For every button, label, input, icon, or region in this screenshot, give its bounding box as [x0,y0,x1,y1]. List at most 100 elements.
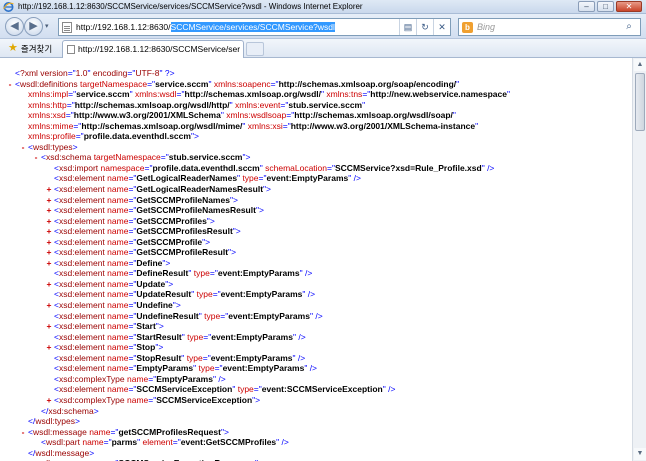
xml-token: xsd:element [58,300,108,311]
xml-token: xsd:element [58,247,108,258]
xml-line: + <xsd:complexType name="SCCMServiceExcep… [7,395,627,406]
xml-token: "> [263,184,272,195]
vertical-scrollbar[interactable]: ▲ ▼ [632,58,646,461]
xml-token: =" [68,89,77,100]
history-dropdown-icon[interactable]: ▾ [45,22,54,31]
xml-token: xmlns:soapenc [213,78,271,89]
xml-token: " /> [382,384,396,395]
xml-token: GetSCCMProfiles [136,215,207,226]
expand-node-toggle[interactable]: + [45,205,53,216]
scroll-thumb[interactable] [635,73,645,131]
xml-token: =" [214,363,223,374]
maximize-button[interactable]: □ [597,1,614,12]
xml-token: name [107,194,129,205]
xml-token: name [127,373,149,384]
new-tab-button[interactable] [246,42,264,56]
expand-node-toggle[interactable]: + [45,300,53,311]
xml-token: GetSCCMProfileNamesResult [136,205,256,216]
expand-node-toggle[interactable]: + [45,184,53,195]
refresh-icon[interactable]: ↻ [416,19,433,35]
expand-node-toggle[interactable]: + [45,258,53,269]
xml-token: =" [67,68,76,78]
xml-token: xmlns:event [235,99,281,110]
collapse-node-toggle[interactable]: - [19,142,27,153]
xml-token: Start [136,321,156,332]
xml-token: StopResult [136,352,182,363]
xml-token: name [107,184,129,195]
xml-token: service.sccm [155,78,209,89]
xml-token: schemaLocation [265,162,328,173]
xml-token: xmlns:wsdlsoap [226,110,287,121]
xml-token: GetSCCMProfile [136,236,203,247]
scroll-up-arrow-icon[interactable]: ▲ [634,59,646,71]
scroll-down-arrow-icon[interactable]: ▼ [634,448,646,460]
expand-node-toggle[interactable]: + [45,226,53,237]
close-button[interactable]: ✕ [616,1,642,12]
xml-token: =" [327,162,335,173]
xml-line: <xsd:element name="GetLogicalReaderNames… [7,173,627,184]
tab-current[interactable]: http://192.168.1.12:8630/SCCMService/ser… [62,40,244,58]
xml-token: type [196,289,213,300]
search-icon[interactable]: ⌕ [620,20,638,34]
xml-token: StartResult [136,331,182,342]
xml-token: xsd:element [58,215,108,226]
xml-token: stub.service.sccm [168,152,243,163]
xml-token: xmlns:profile [28,131,76,142]
collapse-node-toggle[interactable]: - [19,427,27,438]
xml-token: " /> [304,363,318,374]
minimize-button[interactable]: – [578,1,595,12]
xml-token: event:EmptyParams [228,310,310,321]
xml-token: stub.service.sccm [288,99,363,110]
xml-token: element [142,437,173,448]
stop-icon[interactable]: ✕ [433,19,450,35]
xml-token: =" [176,89,185,100]
expand-node-toggle[interactable]: + [45,237,53,248]
navigation-bar: ◀ ▶ ▾ http://192.168.1.12:8630/SCCMServi… [0,14,646,39]
xml-line: + <xsd:element name="Start"> [7,321,627,332]
xml-token: =" [172,437,181,448]
xml-token: " /> [292,331,306,342]
xml-token: http://www.w3.org/2001/XMLSchema [73,110,221,121]
xml-token: name [107,352,129,363]
xml-token: =" [66,99,75,110]
xml-line: xmlns:mime =" http://schemas.xmlsoap.org/w… [7,121,627,132]
xml-token: name [107,236,129,247]
search-box[interactable]: b Bing ⌕ [458,18,641,36]
xml-line: <xsd:import namespace="profile.data.even… [7,163,627,174]
xml-line: + <xsd:element name="Define"> [7,258,627,269]
xml-line: + <xsd:element name="GetSCCMProfiles"> [7,216,627,227]
expand-node-toggle[interactable]: + [45,279,53,290]
xml-line: </xsd:schema> [7,406,627,417]
address-bar[interactable]: http://192.168.1.12:8630/SCCMService/ser… [58,18,451,36]
favorites-button[interactable]: ★ 즐겨찾기 [4,41,56,56]
xml-token: EmptyParams [136,363,194,374]
address-url[interactable]: http://192.168.1.12:8630/SCCMService/ser… [76,21,335,33]
expand-node-toggle[interactable]: + [45,216,53,227]
xml-token: parms [111,437,138,448]
xml-token: name [107,321,129,332]
expand-node-toggle[interactable]: + [45,195,53,206]
xml-line: + <xsd:element name="GetSCCMProfilesResul… [7,226,627,237]
xml-token: name [107,268,129,279]
collapse-node-toggle[interactable]: - [6,79,14,90]
xml-token: > [93,405,99,416]
xml-line: <xsd:element name="StopResult" type="eve… [7,353,627,364]
compatibility-view-icon[interactable]: ▤ [399,19,416,35]
page-icon [67,45,75,54]
collapse-node-toggle[interactable]: - [32,152,40,163]
forward-button[interactable]: ▶ [24,17,43,36]
xml-token: profile.data.eventhdl.sccm [83,131,191,142]
back-button[interactable]: ◀ [5,17,24,36]
xml-token: event:SCCMServiceException [261,384,383,395]
xml-token: "> [155,342,164,353]
expand-node-toggle[interactable]: + [45,342,53,353]
xml-token: " ?> [159,68,175,78]
xml-line: + <xsd:element name="Stop"> [7,342,627,353]
expand-node-toggle[interactable]: + [45,247,53,258]
xml-document: <?xml version="1.0" encoding="UTF-8" ?> -… [0,58,632,461]
xml-token: =" [103,437,112,448]
expand-node-toggle[interactable]: + [45,395,53,406]
expand-node-toggle[interactable]: + [45,321,53,332]
xml-line: - <wsdl:types> [7,142,627,153]
xml-token: SCCMServiceException [136,384,233,395]
